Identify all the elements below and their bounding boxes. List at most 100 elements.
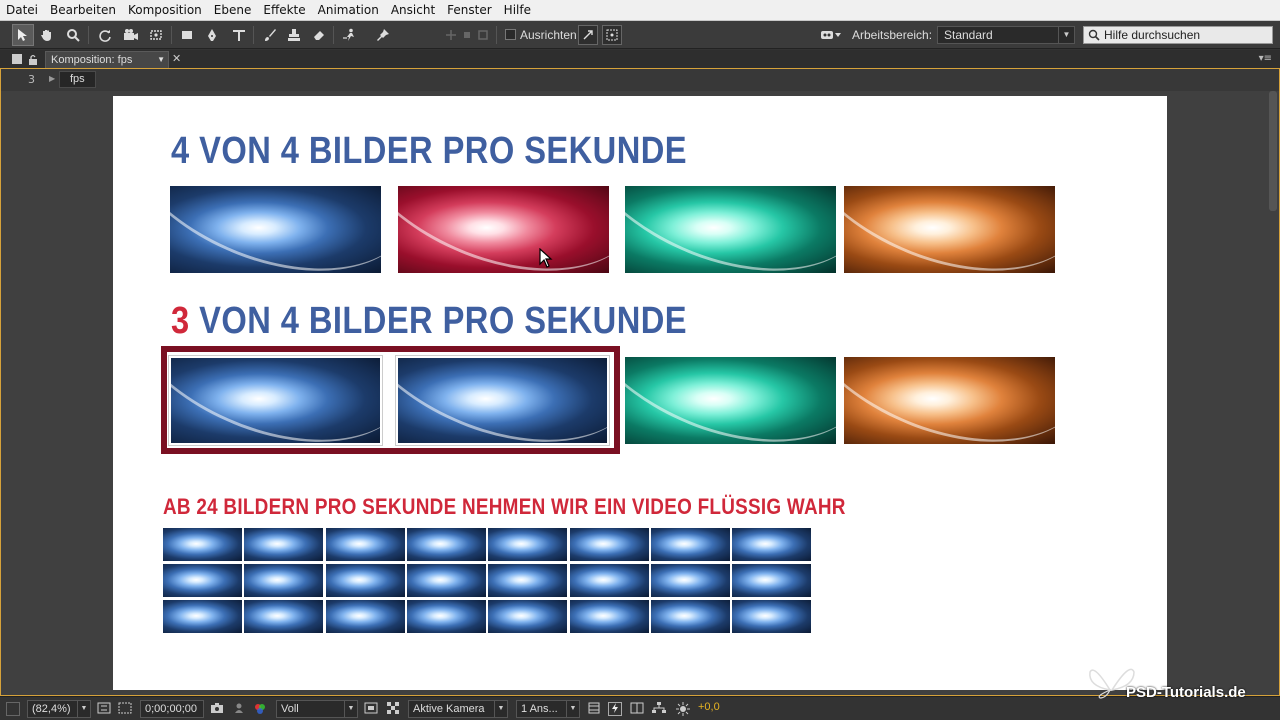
text-tool-icon[interactable] xyxy=(228,24,250,46)
lock-icon[interactable] xyxy=(28,54,38,65)
breadcrumb-number: 3 xyxy=(28,73,35,86)
breadcrumb: 3 ▶ fps xyxy=(1,69,1279,91)
menu-animation[interactable]: Animation xyxy=(312,0,385,21)
search-icon xyxy=(1088,29,1100,41)
menu-bar: Datei Bearbeiten Komposition Ebene Effek… xyxy=(0,0,1280,21)
fast-previews-icon[interactable] xyxy=(608,702,622,716)
exposure-icon[interactable] xyxy=(676,702,690,716)
toolbar-separator xyxy=(171,26,172,44)
align-label: Ausrichten xyxy=(520,28,577,42)
chevron-down-icon: ▼ xyxy=(494,701,507,717)
heading-rest: VON 4 BILDER PRO SEKUNDE xyxy=(189,300,688,342)
help-search-input[interactable]: Hilfe durchsuchen xyxy=(1083,26,1273,44)
roto-brush-tool-icon[interactable] xyxy=(339,24,361,46)
menu-datei[interactable]: Datei xyxy=(0,0,44,21)
mini-frame xyxy=(163,564,242,597)
camera-select[interactable]: Aktive Kamera ▼ xyxy=(408,700,508,718)
mask-visibility-icon[interactable] xyxy=(118,702,132,716)
region-of-interest-icon[interactable] xyxy=(364,702,378,716)
mini-frame xyxy=(488,564,568,597)
heading-3-of-4: 3 VON 4 BILDER PRO SEKUNDE xyxy=(171,300,687,343)
frame-blue-duplicate xyxy=(396,356,609,445)
timecode-value: 0;00;00;00 xyxy=(145,703,197,715)
mini-frame xyxy=(732,600,812,633)
snap-target-icon[interactable] xyxy=(602,25,622,45)
toolbar-separator xyxy=(88,26,89,44)
breadcrumb-comp[interactable]: fps xyxy=(59,71,96,88)
panel-icon xyxy=(12,54,22,64)
mini-frame xyxy=(325,528,405,561)
frame-orange xyxy=(844,357,1055,444)
toolbar-separator xyxy=(496,26,497,44)
menu-fenster[interactable]: Fenster xyxy=(441,0,498,21)
exposure-value[interactable]: +0,0 xyxy=(698,701,720,713)
mini-frame xyxy=(325,564,405,597)
menu-ebene[interactable]: Ebene xyxy=(208,0,258,21)
mini-frame xyxy=(488,528,568,561)
close-icon[interactable]: ✕ xyxy=(172,52,181,65)
heading-4-of-4: 4 VON 4 BILDER PRO SEKUNDE xyxy=(171,130,687,172)
view-layout-select[interactable]: 1 Ans... ▼ xyxy=(516,700,580,718)
menu-hilfe[interactable]: Hilfe xyxy=(498,0,537,21)
help-search-placeholder: Hilfe durchsuchen xyxy=(1104,28,1201,42)
zoom-tool-icon[interactable] xyxy=(62,24,84,46)
timecode-field[interactable]: 0;00;00;00 xyxy=(140,700,204,718)
mini-frame xyxy=(569,528,649,561)
rectangle-tool-icon[interactable] xyxy=(176,24,198,46)
camera-tool-icon[interactable] xyxy=(120,24,142,46)
axis-view-icon xyxy=(472,24,494,46)
brush-tool-icon[interactable] xyxy=(259,24,281,46)
puppet-pin-tool-icon[interactable] xyxy=(372,24,394,46)
always-preview-icon[interactable] xyxy=(6,702,20,716)
resolution-value: Voll xyxy=(281,703,299,715)
chevron-down-icon: ▼ xyxy=(1058,27,1074,43)
resolution-select[interactable]: Voll ▼ xyxy=(276,700,358,718)
heading-number: 3 xyxy=(171,300,190,342)
selection-tool-icon[interactable] xyxy=(12,24,34,46)
mini-frame xyxy=(244,564,324,597)
snap-icon[interactable] xyxy=(578,25,598,45)
magnification-select[interactable]: (82,4%) ▼ xyxy=(27,700,91,718)
pen-tool-icon[interactable] xyxy=(201,24,223,46)
hand-tool-icon[interactable] xyxy=(36,24,58,46)
align-checkbox[interactable] xyxy=(505,29,516,40)
panel-menu-icon[interactable]: ▾≡ xyxy=(1259,53,1272,64)
menu-ansicht[interactable]: Ansicht xyxy=(385,0,441,21)
watermark-logo: PSD-Tutorials.de xyxy=(1086,660,1266,701)
mini-frame xyxy=(406,528,486,561)
frame-teal xyxy=(625,357,836,444)
snapshot-icon[interactable] xyxy=(210,702,224,716)
watermark-text: PSD-Tutorials.de xyxy=(1126,684,1246,701)
safe-zones-icon[interactable] xyxy=(97,702,111,716)
composition-panel-header: Komposition: fps ▼ ✕ ▾≡ xyxy=(0,50,1280,69)
channel-icon[interactable] xyxy=(253,702,267,716)
pixel-aspect-icon[interactable] xyxy=(587,702,601,716)
mini-frame xyxy=(163,528,242,561)
mini-frame xyxy=(650,564,730,597)
pan-behind-tool-icon[interactable] xyxy=(145,24,167,46)
chevron-down-icon[interactable]: ▼ xyxy=(157,52,165,68)
scrollbar[interactable] xyxy=(1269,91,1277,211)
workspace-icon[interactable] xyxy=(818,24,844,46)
transparency-grid-icon[interactable] xyxy=(386,702,400,716)
tab-composition-fps[interactable]: Komposition: fps ▼ xyxy=(45,51,169,69)
workspace-select[interactable]: Standard ▼ xyxy=(937,26,1075,44)
show-snapshot-icon[interactable] xyxy=(232,702,246,716)
rotate-tool-icon[interactable] xyxy=(94,24,116,46)
menu-bearbeiten[interactable]: Bearbeiten xyxy=(44,0,122,21)
frame-blue xyxy=(169,356,382,445)
menu-komposition[interactable]: Komposition xyxy=(122,0,208,21)
eraser-tool-icon[interactable] xyxy=(308,24,330,46)
clone-stamp-tool-icon[interactable] xyxy=(283,24,305,46)
mini-frame xyxy=(650,600,730,633)
menu-effekte[interactable]: Effekte xyxy=(257,0,311,21)
flowchart-icon[interactable] xyxy=(652,702,666,716)
chevron-right-icon: ▶ xyxy=(49,74,56,83)
frame-blue xyxy=(170,186,381,273)
mini-frame xyxy=(732,528,812,561)
mini-frame xyxy=(732,564,812,597)
heading-24-fps: AB 24 BILDERN PRO SEKUNDE NEHMEN WIR EIN… xyxy=(163,494,846,519)
mini-frame xyxy=(244,600,324,633)
composition-canvas[interactable]: 4 VON 4 BILDER PRO SEKUNDE 3 VON 4 BILDE… xyxy=(113,96,1167,690)
timeline-icon[interactable] xyxy=(630,702,644,716)
